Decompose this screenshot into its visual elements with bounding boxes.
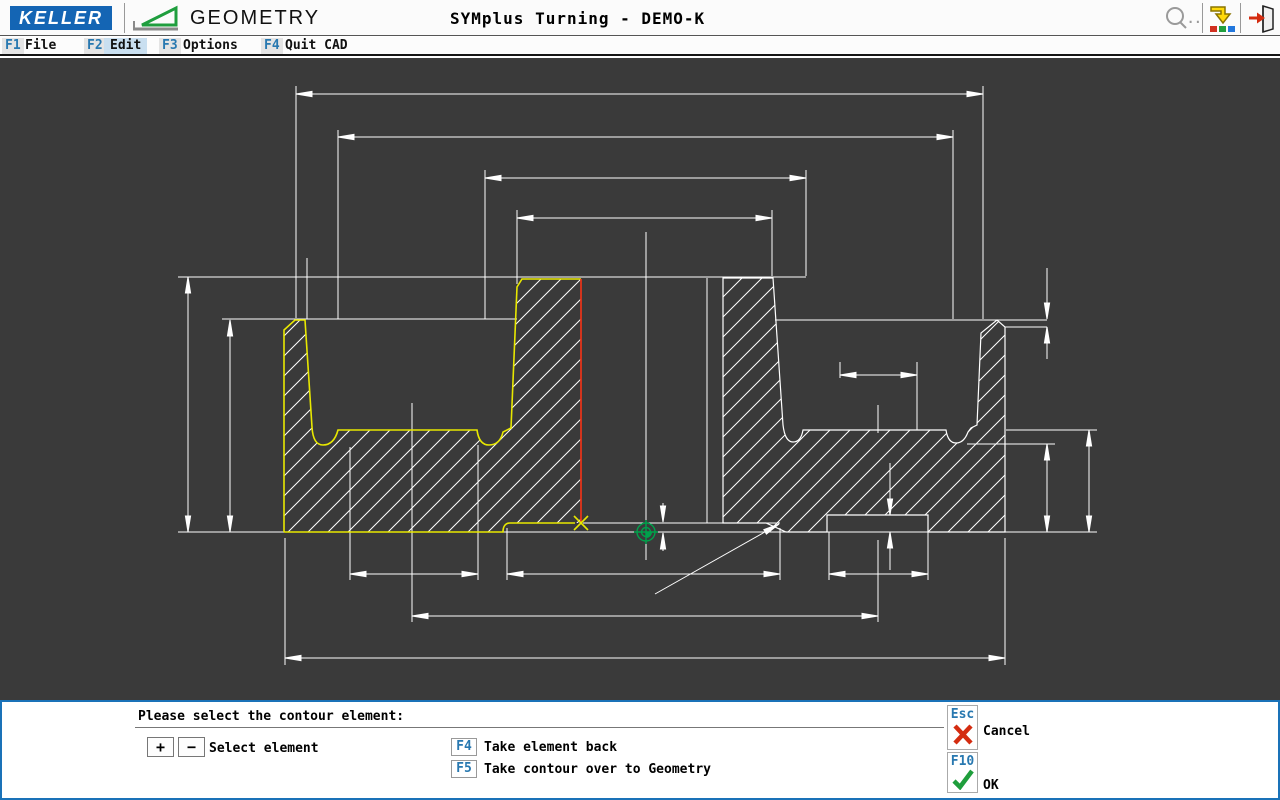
module-title: GEOMETRY: [190, 7, 320, 30]
title-bar: KELLER GEOMETRY SYMplus Turning - DEMO-K…: [0, 0, 1280, 36]
cad-drawing-area[interactable]: [0, 58, 1280, 700]
esc-key-label: Esc: [948, 707, 977, 722]
geometry-triangle-icon: [130, 5, 180, 37]
menu-key-f1[interactable]: F1: [2, 38, 24, 54]
dialog-panel: Please select the contour element: + − S…: [0, 700, 1280, 800]
f4-key-button[interactable]: F4: [451, 738, 477, 756]
select-plus-button[interactable]: +: [147, 737, 174, 757]
menu-bar: F1 File F2 Edit F3 Options F4 Quit CAD: [0, 37, 1280, 56]
window-title: SYMplus Turning - DEMO-K: [450, 9, 705, 28]
divider: [1202, 3, 1203, 33]
zoom-dots: ...: [1187, 12, 1200, 26]
green-check-icon: [951, 769, 975, 790]
module-transfer-icon[interactable]: [1206, 3, 1238, 33]
drawing-background: [0, 58, 1280, 700]
ok-label: OK: [983, 778, 999, 793]
menu-key-f3[interactable]: F3: [159, 38, 181, 54]
magnifier-icon[interactable]: ...: [1162, 4, 1200, 32]
menu-item-edit[interactable]: Edit: [104, 38, 147, 54]
exit-door-icon[interactable]: [1246, 3, 1276, 33]
prompt-text: Please select the contour element:: [138, 709, 404, 724]
f4-command-label: Take element back: [484, 740, 617, 755]
menu-key-f4[interactable]: F4: [261, 38, 283, 54]
divider: [135, 727, 944, 728]
keller-logo: KELLER: [10, 6, 112, 30]
f10-key-label: F10: [948, 754, 977, 769]
f5-key-button[interactable]: F5: [451, 760, 477, 778]
f5-command-label: Take contour over to Geometry: [484, 762, 711, 777]
divider: [1240, 3, 1241, 33]
menu-item-options[interactable]: Options: [183, 38, 238, 54]
technical-drawing[interactable]: [0, 58, 1280, 700]
divider: [124, 3, 125, 33]
ok-button[interactable]: F10: [947, 752, 978, 793]
cancel-button[interactable]: Esc: [947, 705, 978, 750]
red-cross-icon: [951, 722, 975, 746]
cancel-label: Cancel: [983, 724, 1030, 739]
select-minus-button[interactable]: −: [178, 737, 205, 757]
select-element-label: Select element: [209, 741, 319, 756]
menu-item-quit-cad[interactable]: Quit CAD: [285, 38, 348, 54]
menu-key-f2[interactable]: F2: [84, 38, 106, 54]
menu-item-file[interactable]: File: [25, 38, 56, 54]
